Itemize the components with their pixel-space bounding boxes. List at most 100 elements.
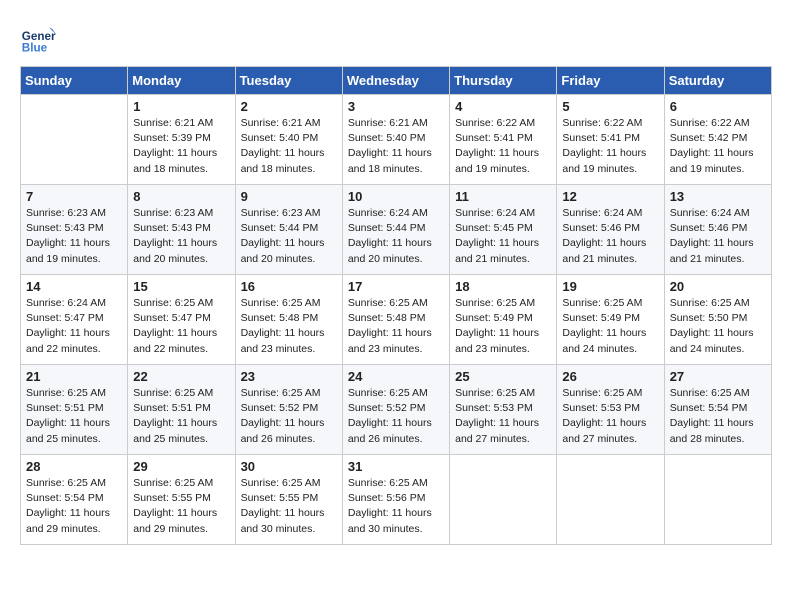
calendar-day-cell: 18 Sunrise: 6:25 AM Sunset: 5:49 PM Dayli… [450, 275, 557, 365]
day-info: Sunrise: 6:23 AM Sunset: 5:43 PM Dayligh… [26, 206, 122, 267]
calendar-day-cell: 27 Sunrise: 6:25 AM Sunset: 5:54 PM Dayli… [664, 365, 771, 455]
day-number: 23 [241, 369, 337, 384]
day-number: 11 [455, 189, 551, 204]
day-number: 31 [348, 459, 444, 474]
calendar-day-cell: 26 Sunrise: 6:25 AM Sunset: 5:53 PM Dayli… [557, 365, 664, 455]
day-info: Sunrise: 6:22 AM Sunset: 5:41 PM Dayligh… [562, 116, 658, 177]
day-info: Sunrise: 6:25 AM Sunset: 5:49 PM Dayligh… [562, 296, 658, 357]
weekday-header-cell: Tuesday [235, 67, 342, 95]
day-info: Sunrise: 6:24 AM Sunset: 5:46 PM Dayligh… [562, 206, 658, 267]
calendar-day-cell: 25 Sunrise: 6:25 AM Sunset: 5:53 PM Dayli… [450, 365, 557, 455]
day-info: Sunrise: 6:25 AM Sunset: 5:52 PM Dayligh… [241, 386, 337, 447]
calendar-day-cell: 21 Sunrise: 6:25 AM Sunset: 5:51 PM Dayli… [21, 365, 128, 455]
calendar-day-cell [557, 455, 664, 545]
day-info: Sunrise: 6:25 AM Sunset: 5:55 PM Dayligh… [133, 476, 229, 537]
day-info: Sunrise: 6:25 AM Sunset: 5:49 PM Dayligh… [455, 296, 551, 357]
day-info: Sunrise: 6:23 AM Sunset: 5:43 PM Dayligh… [133, 206, 229, 267]
day-number: 22 [133, 369, 229, 384]
calendar-day-cell: 30Sunrise: 6:25 AM Sunset: 5:55 PM Dayli… [235, 455, 342, 545]
day-info: Sunrise: 6:25 AM Sunset: 5:48 PM Dayligh… [241, 296, 337, 357]
calendar-day-cell: 12 Sunrise: 6:24 AM Sunset: 5:46 PM Dayli… [557, 185, 664, 275]
day-number: 8 [133, 189, 229, 204]
calendar-day-cell: 24 Sunrise: 6:25 AM Sunset: 5:52 PM Dayli… [342, 365, 449, 455]
calendar-week-row: 1 Sunrise: 6:21 AM Sunset: 5:39 PM Daylig… [21, 95, 772, 185]
day-info: Sunrise: 6:21 AM Sunset: 5:40 PM Dayligh… [348, 116, 444, 177]
calendar-week-row: 28Sunrise: 6:25 AM Sunset: 5:54 PM Dayli… [21, 455, 772, 545]
calendar-day-cell: 1 Sunrise: 6:21 AM Sunset: 5:39 PM Daylig… [128, 95, 235, 185]
calendar-day-cell: 19Sunrise: 6:25 AM Sunset: 5:49 PM Dayli… [557, 275, 664, 365]
page-header: General Blue [20, 20, 772, 56]
day-number: 15 [133, 279, 229, 294]
day-number: 24 [348, 369, 444, 384]
calendar-day-cell: 13 Sunrise: 6:24 AM Sunset: 5:46 PM Dayli… [664, 185, 771, 275]
day-number: 13 [670, 189, 766, 204]
day-info: Sunrise: 6:25 AM Sunset: 5:52 PM Dayligh… [348, 386, 444, 447]
day-number: 17 [348, 279, 444, 294]
day-number: 2 [241, 99, 337, 114]
calendar-week-row: 14Sunrise: 6:24 AM Sunset: 5:47 PM Dayli… [21, 275, 772, 365]
calendar-day-cell: 16 Sunrise: 6:25 AM Sunset: 5:48 PM Dayli… [235, 275, 342, 365]
day-info: Sunrise: 6:25 AM Sunset: 5:47 PM Dayligh… [133, 296, 229, 357]
day-number: 5 [562, 99, 658, 114]
calendar-day-cell: 23 Sunrise: 6:25 AM Sunset: 5:52 PM Dayli… [235, 365, 342, 455]
day-number: 10 [348, 189, 444, 204]
calendar-day-cell: 2 Sunrise: 6:21 AM Sunset: 5:40 PM Daylig… [235, 95, 342, 185]
weekday-header-cell: Friday [557, 67, 664, 95]
day-info: Sunrise: 6:22 AM Sunset: 5:42 PM Dayligh… [670, 116, 766, 177]
day-number: 18 [455, 279, 551, 294]
calendar-day-cell: 5 Sunrise: 6:22 AM Sunset: 5:41 PM Daylig… [557, 95, 664, 185]
day-info: Sunrise: 6:25 AM Sunset: 5:55 PM Dayligh… [241, 476, 337, 537]
day-number: 3 [348, 99, 444, 114]
calendar-day-cell: 7Sunrise: 6:23 AM Sunset: 5:43 PM Daylig… [21, 185, 128, 275]
calendar-table: SundayMondayTuesdayWednesdayThursdayFrid… [20, 66, 772, 545]
calendar-body: 1 Sunrise: 6:21 AM Sunset: 5:39 PM Daylig… [21, 95, 772, 545]
day-info: Sunrise: 6:25 AM Sunset: 5:53 PM Dayligh… [562, 386, 658, 447]
day-info: Sunrise: 6:24 AM Sunset: 5:47 PM Dayligh… [26, 296, 122, 357]
day-info: Sunrise: 6:25 AM Sunset: 5:50 PM Dayligh… [670, 296, 766, 357]
day-number: 26 [562, 369, 658, 384]
day-number: 27 [670, 369, 766, 384]
calendar-day-cell: 31 Sunrise: 6:25 AM Sunset: 5:56 PM Dayli… [342, 455, 449, 545]
calendar-day-cell: 20 Sunrise: 6:25 AM Sunset: 5:50 PM Dayli… [664, 275, 771, 365]
calendar-day-cell: 6 Sunrise: 6:22 AM Sunset: 5:42 PM Daylig… [664, 95, 771, 185]
calendar-week-row: 21 Sunrise: 6:25 AM Sunset: 5:51 PM Dayli… [21, 365, 772, 455]
weekday-header-row: SundayMondayTuesdayWednesdayThursdayFrid… [21, 67, 772, 95]
calendar-day-cell: 22 Sunrise: 6:25 AM Sunset: 5:51 PM Dayli… [128, 365, 235, 455]
day-info: Sunrise: 6:25 AM Sunset: 5:48 PM Dayligh… [348, 296, 444, 357]
day-info: Sunrise: 6:21 AM Sunset: 5:39 PM Dayligh… [133, 116, 229, 177]
day-info: Sunrise: 6:24 AM Sunset: 5:45 PM Dayligh… [455, 206, 551, 267]
calendar-day-cell: 14Sunrise: 6:24 AM Sunset: 5:47 PM Dayli… [21, 275, 128, 365]
weekday-header-cell: Wednesday [342, 67, 449, 95]
weekday-header-cell: Saturday [664, 67, 771, 95]
day-number: 20 [670, 279, 766, 294]
calendar-day-cell: 3 Sunrise: 6:21 AM Sunset: 5:40 PM Daylig… [342, 95, 449, 185]
calendar-day-cell: 8 Sunrise: 6:23 AM Sunset: 5:43 PM Daylig… [128, 185, 235, 275]
day-number: 16 [241, 279, 337, 294]
weekday-header-cell: Monday [128, 67, 235, 95]
day-info: Sunrise: 6:25 AM Sunset: 5:51 PM Dayligh… [133, 386, 229, 447]
weekday-header-cell: Thursday [450, 67, 557, 95]
svg-text:Blue: Blue [22, 42, 48, 55]
calendar-day-cell [450, 455, 557, 545]
logo-icon: General Blue [20, 20, 56, 56]
calendar-day-cell: 9Sunrise: 6:23 AM Sunset: 5:44 PM Daylig… [235, 185, 342, 275]
day-number: 1 [133, 99, 229, 114]
calendar-day-cell: 29Sunrise: 6:25 AM Sunset: 5:55 PM Dayli… [128, 455, 235, 545]
calendar-day-cell: 17 Sunrise: 6:25 AM Sunset: 5:48 PM Dayli… [342, 275, 449, 365]
calendar-day-cell [664, 455, 771, 545]
calendar-day-cell: 15 Sunrise: 6:25 AM Sunset: 5:47 PM Dayli… [128, 275, 235, 365]
day-info: Sunrise: 6:24 AM Sunset: 5:46 PM Dayligh… [670, 206, 766, 267]
day-number: 6 [670, 99, 766, 114]
day-info: Sunrise: 6:25 AM Sunset: 5:56 PM Dayligh… [348, 476, 444, 537]
day-info: Sunrise: 6:25 AM Sunset: 5:53 PM Dayligh… [455, 386, 551, 447]
day-info: Sunrise: 6:21 AM Sunset: 5:40 PM Dayligh… [241, 116, 337, 177]
day-number: 12 [562, 189, 658, 204]
day-number: 21 [26, 369, 122, 384]
day-info: Sunrise: 6:25 AM Sunset: 5:51 PM Dayligh… [26, 386, 122, 447]
day-info: Sunrise: 6:25 AM Sunset: 5:54 PM Dayligh… [670, 386, 766, 447]
day-info: Sunrise: 6:22 AM Sunset: 5:41 PM Dayligh… [455, 116, 551, 177]
logo: General Blue [20, 20, 60, 56]
calendar-day-cell [21, 95, 128, 185]
day-info: Sunrise: 6:25 AM Sunset: 5:54 PM Dayligh… [26, 476, 122, 537]
day-number: 25 [455, 369, 551, 384]
